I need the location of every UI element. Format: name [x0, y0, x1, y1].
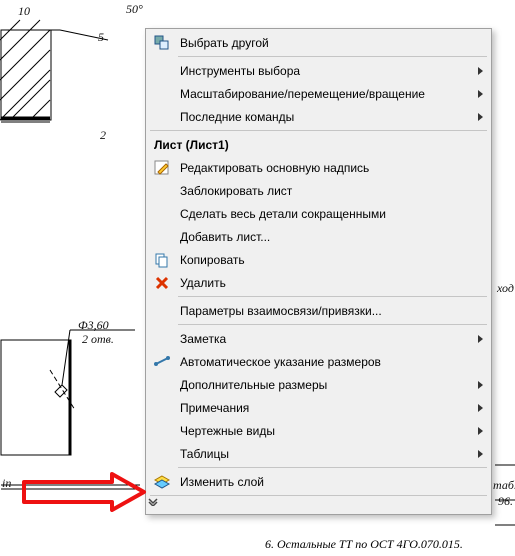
- separator: [178, 324, 487, 325]
- chevron-right-icon: [478, 404, 483, 412]
- menu-tables[interactable]: Таблицы: [148, 442, 489, 465]
- menu-label: Примечания: [174, 401, 469, 415]
- menu-auto-dimension[interactable]: Автоматическое указание размеров: [148, 350, 489, 373]
- menu-label: Дополнительные размеры: [174, 378, 469, 392]
- menu-label: Параметры взаимосвязи/привязки...: [174, 304, 469, 318]
- menu-label: Таблицы: [174, 447, 469, 461]
- menu-label: Масштабирование/перемещение/вращение: [174, 87, 469, 101]
- menu-change-layer[interactable]: Изменить слой: [148, 470, 489, 493]
- menu-label: Сделать весь детали сокращенными: [174, 207, 469, 221]
- menu-label: Копировать: [174, 253, 469, 267]
- menu-label: Заметка: [174, 332, 469, 346]
- diameter-label: Ф3,60: [78, 318, 109, 333]
- menu-delete[interactable]: Удалить: [148, 271, 489, 294]
- angle-label: 50°: [126, 2, 143, 17]
- menu-edit-title-block[interactable]: Редактировать основную надпись: [148, 156, 489, 179]
- menu-more-dimensions[interactable]: Дополнительные размеры: [148, 373, 489, 396]
- text-label: таб.: [493, 478, 515, 493]
- menu-label: Редактировать основную надпись: [174, 161, 469, 175]
- menu-relation-params[interactable]: Параметры взаимосвязи/привязки...: [148, 299, 489, 322]
- chevron-right-icon: [478, 67, 483, 75]
- menu-header-label: Лист (Лист1): [154, 138, 229, 152]
- menu-zoom-pan-rotate[interactable]: Масштабирование/перемещение/вращение: [148, 82, 489, 105]
- menu-recent-commands[interactable]: Последние команды: [148, 105, 489, 128]
- text-label: in: [2, 476, 11, 491]
- drawing-note: 6. Остальные ТТ по ОСТ 4ГО.070.015.: [265, 537, 463, 552]
- dimension-icon: [150, 351, 174, 373]
- dim-label: 5: [98, 30, 104, 45]
- layer-icon: [150, 471, 174, 493]
- chevron-right-icon: [478, 113, 483, 121]
- menu-label: Добавить лист...: [174, 230, 469, 244]
- menu-label: Инструменты выбора: [174, 64, 469, 78]
- copy-icon: [150, 249, 174, 271]
- menu-lock-sheet[interactable]: Заблокировать лист: [148, 179, 489, 202]
- menu-label: Заблокировать лист: [174, 184, 469, 198]
- menu-add-sheet[interactable]: Добавить лист...: [148, 225, 489, 248]
- text-label: 96.: [498, 494, 513, 509]
- separator: [178, 296, 487, 297]
- chevron-right-icon: [478, 450, 483, 458]
- dim-label: 10: [18, 4, 30, 19]
- menu-notes[interactable]: Примечания: [148, 396, 489, 419]
- menu-label: Автоматическое указание размеров: [174, 355, 469, 369]
- dim-label: 2: [100, 128, 106, 143]
- menu-annotations[interactable]: Заметка: [148, 327, 489, 350]
- menu-copy[interactable]: Копировать: [148, 248, 489, 271]
- separator: [178, 56, 487, 57]
- menu-abbreviate-parts[interactable]: Сделать весь детали сокращенными: [148, 202, 489, 225]
- separator: [150, 495, 487, 496]
- separator: [150, 130, 487, 131]
- menu-label: Последние команды: [174, 110, 469, 124]
- menu-label: Чертежные виды: [174, 424, 469, 438]
- text-label: ход: [497, 281, 514, 296]
- highlight-arrow: [22, 472, 152, 512]
- context-menu: Выбрать другой Инструменты выбора Масшта…: [145, 28, 492, 515]
- chevron-right-icon: [478, 335, 483, 343]
- menu-label: Удалить: [174, 276, 469, 290]
- menu-label: Выбрать другой: [174, 36, 469, 50]
- menu-expand-more[interactable]: [148, 498, 489, 512]
- chevron-right-icon: [478, 427, 483, 435]
- menu-label: Изменить слой: [174, 475, 469, 489]
- delete-icon: [150, 272, 174, 294]
- menu-selection-tools[interactable]: Инструменты выбора: [148, 59, 489, 82]
- chevron-right-icon: [478, 90, 483, 98]
- menu-section-header: Лист (Лист1): [148, 133, 489, 156]
- holes-label: 2 отв.: [82, 332, 114, 347]
- chevron-right-icon: [478, 381, 483, 389]
- edit-sheet-icon: [150, 157, 174, 179]
- menu-drawing-views[interactable]: Чертежные виды: [148, 419, 489, 442]
- separator: [178, 467, 487, 468]
- menu-select-other[interactable]: Выбрать другой: [148, 31, 489, 54]
- select-other-icon: [150, 32, 174, 54]
